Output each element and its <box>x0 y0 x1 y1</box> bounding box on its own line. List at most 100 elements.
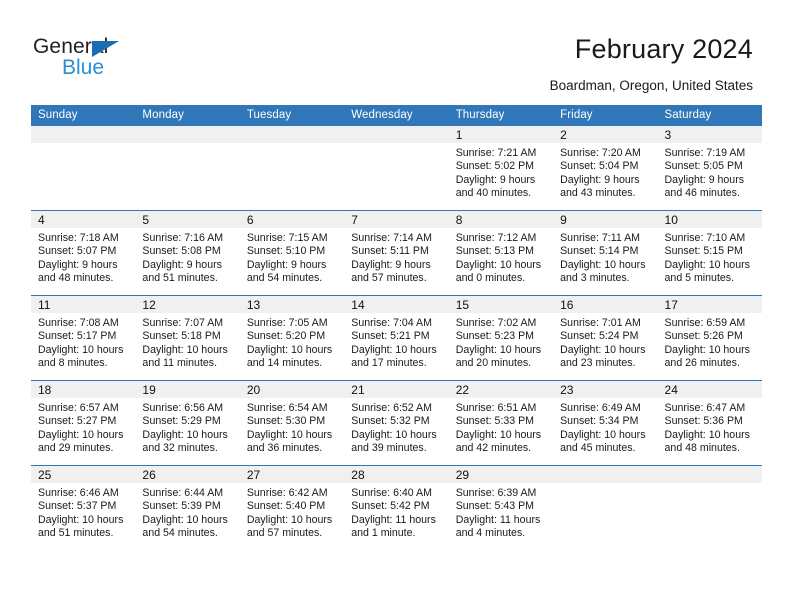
day-details: Sunrise: 6:56 AM Sunset: 5:29 PM Daylight:… <box>135 398 239 455</box>
calendar-day-cell[interactable]: 16 Sunrise: 7:01 AM Sunset: 5:24 PM Dayligh… <box>553 295 658 381</box>
daylight-duration-line1: Daylight: 10 hours <box>455 428 542 441</box>
weekday-header-tuesday: Tuesday <box>239 105 345 126</box>
sunset-time: Sunset: 5:33 PM <box>455 415 535 428</box>
daylight-duration-line2: and 4 minutes. <box>455 527 526 540</box>
calendar-day-cell[interactable]: 19 Sunrise: 6:56 AM Sunset: 5:29 PM Dayligh… <box>135 380 240 466</box>
day-details: Sunrise: 6:40 AM Sunset: 5:42 PM Daylight:… <box>344 483 448 540</box>
daylight-duration-line2: and 14 minutes. <box>246 357 323 370</box>
sunset-time: Sunset: 5:43 PM <box>455 500 535 513</box>
calendar-day-cell[interactable]: 13 Sunrise: 7:05 AM Sunset: 5:20 PM Dayligh… <box>239 295 345 381</box>
day-cell-content: 26 Sunrise: 6:44 AM Sunset: 5:39 PM Dayligh… <box>135 466 240 550</box>
day-number: 15 <box>448 296 554 313</box>
daylight-duration-line1: Daylight: 9 hours <box>142 258 222 271</box>
calendar-day-cell[interactable]: 26 Sunrise: 6:44 AM Sunset: 5:39 PM Dayligh… <box>135 465 240 550</box>
calendar-day-cell[interactable]: 8 Sunrise: 7:12 AM Sunset: 5:13 PM Daylight… <box>448 210 554 296</box>
calendar-week-row: 11 Sunrise: 7:08 AM Sunset: 5:17 PM Dayligh… <box>31 295 762 381</box>
sunrise-time: Sunrise: 7:05 AM <box>246 317 328 329</box>
sunrise-time: Sunrise: 6:52 AM <box>351 402 432 414</box>
daylight-duration-line1: Daylight: 10 hours <box>246 513 333 526</box>
logo-text-blue: Blue <box>62 56 105 79</box>
daylight-duration-line2: and 3 minutes. <box>560 272 630 285</box>
sunset-time: Sunset: 5:02 PM <box>455 160 535 173</box>
calendar-day-cell[interactable]: 10 Sunrise: 7:10 AM Sunset: 5:15 PM Dayligh… <box>657 210 762 296</box>
daylight-duration-line1: Daylight: 11 hours <box>351 513 436 526</box>
daylight-duration-line2: and 54 minutes. <box>246 272 323 285</box>
sunset-time: Sunset: 5:27 PM <box>38 415 117 428</box>
day-details: Sunrise: 7:01 AM Sunset: 5:24 PM Daylight:… <box>553 313 657 370</box>
calendar-day-cell[interactable]: 27 Sunrise: 6:42 AM Sunset: 5:40 PM Dayligh… <box>239 465 345 550</box>
daylight-duration-line1: Daylight: 10 hours <box>351 428 437 441</box>
day-details: Sunrise: 6:49 AM Sunset: 5:34 PM Daylight:… <box>553 398 657 455</box>
daylight-duration-line1: Daylight: 10 hours <box>455 343 542 356</box>
sunrise-time: Sunrise: 6:40 AM <box>351 487 432 499</box>
sunset-time: Sunset: 5:24 PM <box>560 330 639 343</box>
sunset-time: Sunset: 5:10 PM <box>246 245 326 258</box>
day-number: 21 <box>344 381 449 398</box>
weekday-header-friday: Friday <box>553 105 658 126</box>
sunrise-time: Sunrise: 6:51 AM <box>455 402 537 414</box>
day-cell-content: 4 Sunrise: 7:18 AM Sunset: 5:07 PM Daylight… <box>31 211 136 295</box>
sunset-time: Sunset: 5:15 PM <box>664 245 743 258</box>
daylight-duration-line1: Daylight: 10 hours <box>142 428 228 441</box>
day-cell-content <box>553 466 658 550</box>
sunset-time: Sunset: 5:20 PM <box>246 330 326 343</box>
calendar-day-cell[interactable]: 14 Sunrise: 7:04 AM Sunset: 5:21 PM Dayligh… <box>344 295 449 381</box>
sunrise-time: Sunrise: 7:10 AM <box>664 232 746 244</box>
day-number: 19 <box>135 381 240 398</box>
sunset-time: Sunset: 5:14 PM <box>560 245 639 258</box>
sunset-time: Sunset: 5:23 PM <box>455 330 535 343</box>
calendar-day-cell[interactable]: 21 Sunrise: 6:52 AM Sunset: 5:32 PM Dayligh… <box>344 380 449 466</box>
daylight-duration-line2: and 39 minutes. <box>351 442 427 455</box>
day-number <box>553 466 658 483</box>
calendar-day-cell[interactable]: 7 Sunrise: 7:14 AM Sunset: 5:11 PM Daylight… <box>344 210 449 296</box>
general-blue-logo[interactable]: General Blue <box>33 36 143 82</box>
daylight-duration-line1: Daylight: 11 hours <box>455 513 541 526</box>
calendar-day-cell[interactable]: 4 Sunrise: 7:18 AM Sunset: 5:07 PM Daylight… <box>31 210 136 296</box>
daylight-duration-line1: Daylight: 9 hours <box>664 173 745 186</box>
calendar-day-cell[interactable]: 11 Sunrise: 7:08 AM Sunset: 5:17 PM Dayligh… <box>31 295 136 381</box>
calendar-day-cell[interactable]: 29 Sunrise: 6:39 AM Sunset: 5:43 PM Dayligh… <box>448 465 554 550</box>
calendar-day-cell[interactable]: 24 Sunrise: 6:47 AM Sunset: 5:36 PM Dayligh… <box>657 380 762 466</box>
calendar-day-cell[interactable]: 20 Sunrise: 6:54 AM Sunset: 5:30 PM Dayligh… <box>239 380 345 466</box>
sunset-time: Sunset: 5:42 PM <box>351 500 430 513</box>
sunrise-time: Sunrise: 7:16 AM <box>142 232 224 244</box>
calendar-day-cell[interactable]: 23 Sunrise: 6:49 AM Sunset: 5:34 PM Dayligh… <box>553 380 658 466</box>
calendar-page: General Blue February 2024 Boardman, Ore… <box>0 0 792 612</box>
calendar-day-cell[interactable]: 9 Sunrise: 7:11 AM Sunset: 5:14 PM Daylight… <box>553 210 658 296</box>
day-cell-content: 12 Sunrise: 7:07 AM Sunset: 5:18 PM Dayligh… <box>135 296 240 380</box>
day-number: 27 <box>239 466 345 483</box>
daylight-duration-line2: and 32 minutes. <box>142 442 218 455</box>
calendar-day-cell[interactable]: 6 Sunrise: 7:15 AM Sunset: 5:10 PM Daylight… <box>239 210 345 296</box>
calendar-day-cell[interactable]: 18 Sunrise: 6:57 AM Sunset: 5:27 PM Dayligh… <box>31 380 136 466</box>
sunset-time: Sunset: 5:29 PM <box>142 415 221 428</box>
day-number: 9 <box>553 211 658 228</box>
daylight-duration-line2: and 20 minutes. <box>455 357 532 370</box>
calendar-cell-empty <box>657 465 762 550</box>
sunset-time: Sunset: 5:39 PM <box>142 500 221 513</box>
calendar-day-cell[interactable]: 25 Sunrise: 6:46 AM Sunset: 5:37 PM Dayligh… <box>31 465 136 550</box>
day-details: Sunrise: 6:47 AM Sunset: 5:36 PM Daylight:… <box>658 398 762 455</box>
calendar-day-cell[interactable]: 2 Sunrise: 7:20 AM Sunset: 5:04 PM Daylight… <box>553 126 658 211</box>
sunrise-time: Sunrise: 6:39 AM <box>455 487 537 499</box>
weekday-header-row: Sunday Monday Tuesday Wednesday Thursday… <box>31 105 762 126</box>
sunrise-time: Sunrise: 7:15 AM <box>246 232 328 244</box>
daylight-duration-line2: and 1 minute. <box>351 527 416 540</box>
calendar-day-cell[interactable]: 28 Sunrise: 6:40 AM Sunset: 5:42 PM Dayligh… <box>344 465 449 550</box>
day-cell-content <box>135 126 240 210</box>
day-number: 18 <box>31 381 136 398</box>
calendar-day-cell[interactable]: 3 Sunrise: 7:19 AM Sunset: 5:05 PM Daylight… <box>657 126 762 211</box>
calendar-day-cell[interactable]: 12 Sunrise: 7:07 AM Sunset: 5:18 PM Dayligh… <box>135 295 240 381</box>
day-cell-content: 9 Sunrise: 7:11 AM Sunset: 5:14 PM Daylight… <box>553 211 658 295</box>
sunrise-time: Sunrise: 7:07 AM <box>142 317 224 329</box>
day-details: Sunrise: 7:16 AM Sunset: 5:08 PM Daylight:… <box>135 228 239 285</box>
calendar-day-cell[interactable]: 17 Sunrise: 6:59 AM Sunset: 5:26 PM Dayligh… <box>657 295 762 381</box>
day-cell-content: 22 Sunrise: 6:51 AM Sunset: 5:33 PM Dayligh… <box>448 381 554 465</box>
daylight-duration-line1: Daylight: 9 hours <box>351 258 431 271</box>
daylight-duration-line1: Daylight: 10 hours <box>560 428 646 441</box>
calendar-day-cell[interactable]: 15 Sunrise: 7:02 AM Sunset: 5:23 PM Dayligh… <box>448 295 554 381</box>
sunrise-time: Sunrise: 6:54 AM <box>246 402 328 414</box>
weekday-header-sunday: Sunday <box>31 105 136 126</box>
calendar-day-cell[interactable]: 5 Sunrise: 7:16 AM Sunset: 5:08 PM Daylight… <box>135 210 240 296</box>
calendar-day-cell[interactable]: 22 Sunrise: 6:51 AM Sunset: 5:33 PM Dayligh… <box>448 380 554 466</box>
calendar-day-cell[interactable]: 1 Sunrise: 7:21 AM Sunset: 5:02 PM Daylight… <box>448 126 554 211</box>
